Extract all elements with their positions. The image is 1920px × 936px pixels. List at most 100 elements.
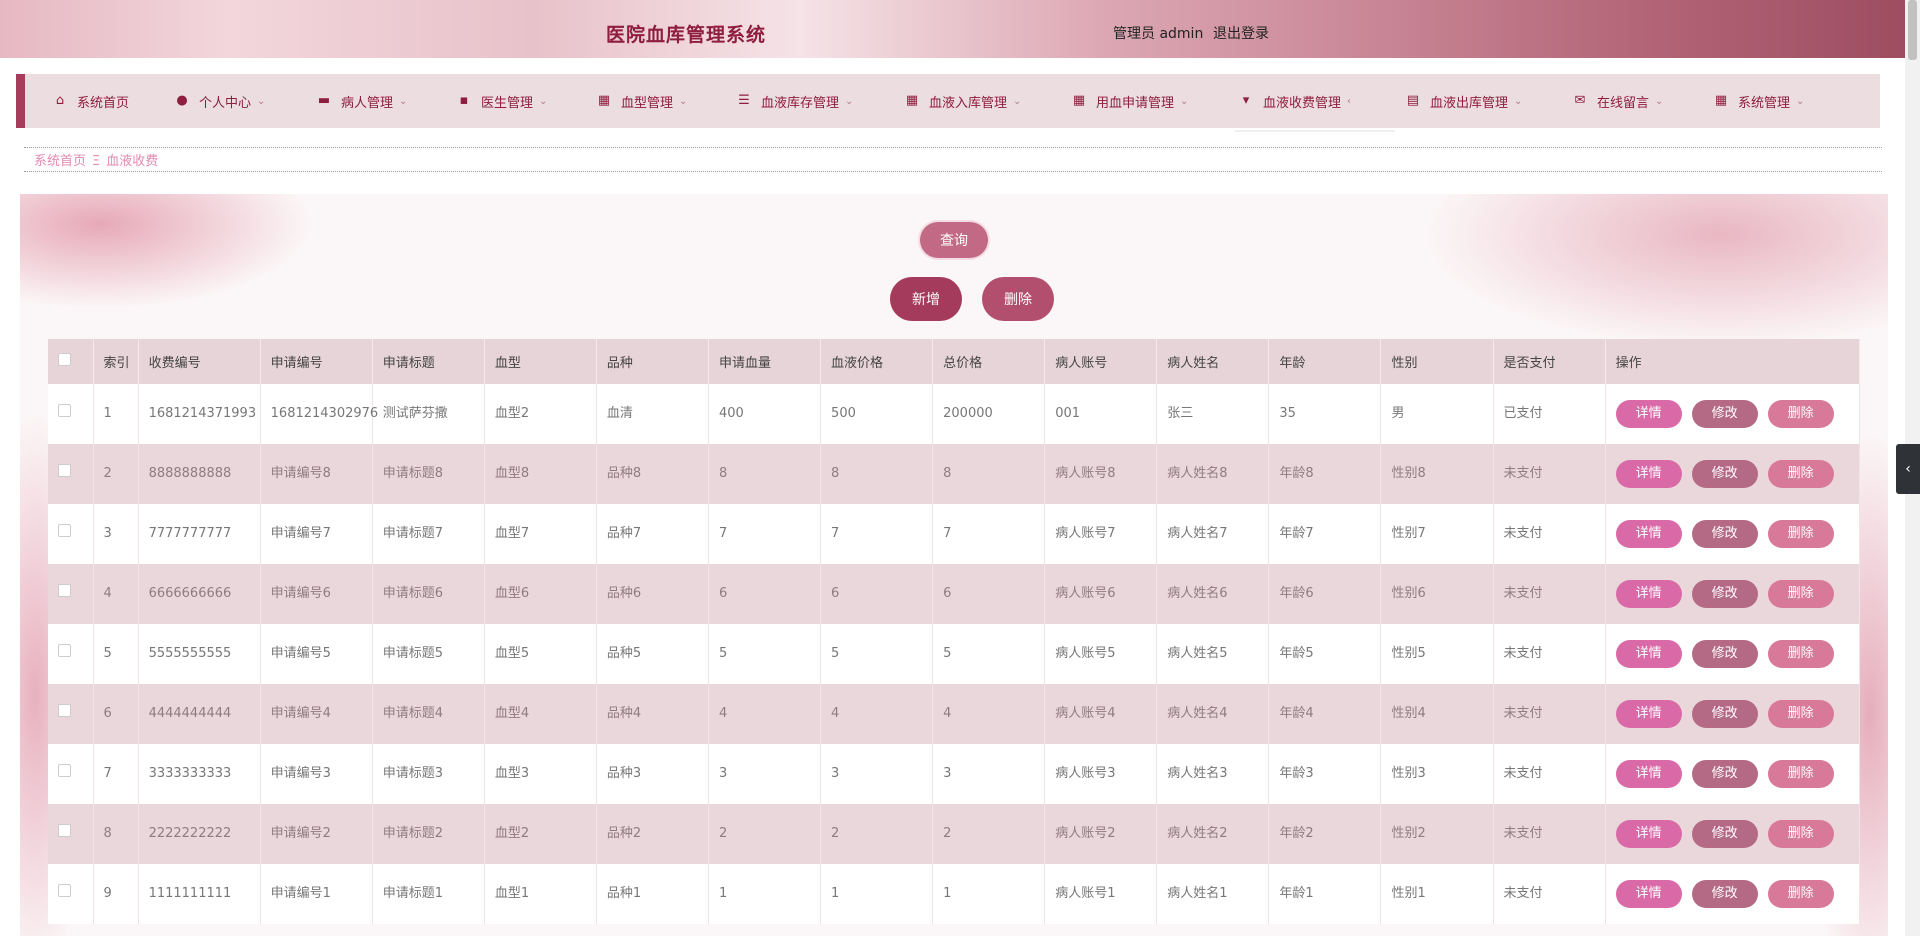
table-cell: 性别8 bbox=[1380, 444, 1494, 504]
edit-button[interactable]: 修改 bbox=[1691, 580, 1758, 608]
row-select-cell[interactable] bbox=[48, 624, 94, 684]
nav-item-system[interactable]: ▦ 系统管理 ⌄ bbox=[1714, 74, 1805, 128]
table-cell: 年龄3 bbox=[1268, 744, 1382, 804]
table-cell: 未支付 bbox=[1493, 504, 1606, 564]
table-cell: 性别5 bbox=[1380, 624, 1494, 684]
table-cell: 400 bbox=[708, 384, 822, 444]
detail-button[interactable]: 详情 bbox=[1615, 640, 1682, 668]
row-select-cell[interactable] bbox=[48, 684, 94, 744]
detail-button[interactable]: 详情 bbox=[1615, 460, 1682, 488]
table-cell: 病人账号2 bbox=[1044, 804, 1158, 864]
row-select-cell[interactable] bbox=[48, 804, 94, 864]
row-select-cell[interactable] bbox=[48, 444, 94, 504]
delete-button[interactable]: 删除 bbox=[1767, 400, 1834, 428]
row-checkbox[interactable] bbox=[58, 824, 71, 837]
table-cell: 未支付 bbox=[1493, 444, 1606, 504]
detail-button[interactable]: 详情 bbox=[1615, 580, 1682, 608]
nav-item-blood-types[interactable]: ▦ 血型管理 ⌄ bbox=[597, 74, 688, 128]
delete-button[interactable]: 删除 bbox=[1767, 760, 1834, 788]
detail-button[interactable]: 详情 bbox=[1615, 820, 1682, 848]
breadcrumb-home[interactable]: 系统首页 bbox=[34, 154, 86, 169]
row-actions-cell: 详情 修改 删除 bbox=[1605, 744, 1861, 804]
table-cell: 1 bbox=[708, 864, 822, 924]
nav-item-charges[interactable]: ▾ 血液收费管理 ‹ bbox=[1239, 74, 1351, 128]
column-header: 总价格 bbox=[932, 339, 1046, 384]
table-cell: 500 bbox=[820, 384, 934, 444]
detail-button[interactable]: 详情 bbox=[1615, 400, 1682, 428]
edit-button[interactable]: 修改 bbox=[1691, 700, 1758, 728]
nav-item-home[interactable]: ⌂ 系统首页 bbox=[53, 74, 129, 128]
nav-item-stock-in[interactable]: ▦ 血液入库管理 ⌄ bbox=[905, 74, 1022, 128]
edit-button[interactable]: 修改 bbox=[1691, 400, 1758, 428]
detail-button[interactable]: 详情 bbox=[1615, 880, 1682, 908]
table-cell: 4 bbox=[708, 684, 822, 744]
main-nav: ⌂ 系统首页 ● 个人中心 ⌄ ▬ 病人管理 ⌄ ▪ 医生管理 ⌄ ▦ 血型管理… bbox=[16, 74, 1880, 128]
table-cell: 未支付 bbox=[1493, 564, 1606, 624]
table-cell: 1111111111 bbox=[138, 864, 261, 924]
query-button[interactable]: 查询 bbox=[920, 222, 988, 258]
grid-icon: ▦ bbox=[905, 93, 919, 108]
table-cell: 7 bbox=[93, 744, 139, 804]
row-select-cell[interactable] bbox=[48, 504, 94, 564]
select-all-checkbox[interactable] bbox=[58, 353, 71, 366]
cup-icon: ▾ bbox=[1242, 93, 1250, 108]
table-cell: 7777777777 bbox=[138, 504, 261, 564]
detail-button[interactable]: 详情 bbox=[1615, 760, 1682, 788]
row-actions: 详情 修改 删除 bbox=[1615, 640, 1859, 668]
edit-button[interactable]: 修改 bbox=[1691, 880, 1758, 908]
delete-button[interactable]: 删除 bbox=[1767, 880, 1834, 908]
delete-button[interactable]: 删除 bbox=[1767, 700, 1834, 728]
delete-button[interactable]: 删除 bbox=[1767, 580, 1834, 608]
table-cell: 001 bbox=[1044, 384, 1158, 444]
edit-button[interactable]: 修改 bbox=[1691, 520, 1758, 548]
nav-item-blood-requests[interactable]: ▦ 用血申请管理 ⌄ bbox=[1072, 74, 1189, 128]
nav-item-patients[interactable]: ▬ 病人管理 ⌄ bbox=[317, 74, 408, 128]
edit-button[interactable]: 修改 bbox=[1691, 760, 1758, 788]
row-checkbox[interactable] bbox=[58, 764, 71, 777]
nav-item-profile[interactable]: ● 个人中心 ⌄ bbox=[175, 74, 265, 128]
row-select-cell[interactable] bbox=[48, 864, 94, 924]
table-cell: 未支付 bbox=[1493, 684, 1606, 744]
row-select-cell[interactable] bbox=[48, 744, 94, 804]
row-checkbox[interactable] bbox=[58, 464, 71, 477]
submenu-highlight bbox=[1235, 130, 1395, 132]
table-cell: 测试萨芬撒 bbox=[372, 384, 485, 444]
row-checkbox[interactable] bbox=[58, 404, 71, 417]
row-checkbox[interactable] bbox=[58, 884, 71, 897]
delete-button[interactable]: 删除 bbox=[1767, 640, 1834, 668]
nav-item-messages[interactable]: ✉ 在线留言 ⌄ bbox=[1573, 74, 1664, 128]
edit-button[interactable]: 修改 bbox=[1691, 640, 1758, 668]
nav-item-stock-out[interactable]: ▤ 血液出库管理 ⌄ bbox=[1406, 74, 1523, 128]
delete-button[interactable]: 删除 bbox=[1767, 820, 1834, 848]
edit-button[interactable]: 修改 bbox=[1691, 460, 1758, 488]
delete-button[interactable]: 删除 bbox=[1767, 520, 1834, 548]
column-header: 操作 bbox=[1605, 339, 1861, 384]
edit-button[interactable]: 修改 bbox=[1691, 820, 1758, 848]
detail-button[interactable]: 详情 bbox=[1615, 700, 1682, 728]
table-cell: 申请编号8 bbox=[260, 444, 373, 504]
chevron-down-icon: ⌄ bbox=[1013, 95, 1022, 107]
nav-item-label: 个人中心 bbox=[199, 95, 252, 111]
batch-delete-button[interactable]: 删除 bbox=[982, 277, 1054, 321]
delete-button[interactable]: 删除 bbox=[1767, 460, 1834, 488]
table-cell: 申请标题8 bbox=[372, 444, 485, 504]
row-select-cell[interactable] bbox=[48, 564, 94, 624]
select-all-cell[interactable] bbox=[48, 339, 94, 384]
table-cell: 性别3 bbox=[1380, 744, 1494, 804]
row-checkbox[interactable] bbox=[58, 704, 71, 717]
table-cell: 3333333333 bbox=[138, 744, 261, 804]
bed-icon: ▬ bbox=[317, 93, 331, 108]
nav-item-inventory[interactable]: ☰ 血液库存管理 ⌄ bbox=[737, 74, 853, 128]
row-select-cell[interactable] bbox=[48, 384, 94, 444]
table-row: 1 1681214371993 1681214302976 测试萨芬撒 血型2 血清 400… bbox=[48, 384, 1861, 444]
row-actions-cell: 详情 修改 删除 bbox=[1605, 804, 1861, 864]
logout-link[interactable]: 退出登录 bbox=[1213, 23, 1269, 43]
row-checkbox[interactable] bbox=[58, 584, 71, 597]
nav-item-doctors[interactable]: ▪ 医生管理 ⌄ bbox=[457, 74, 548, 128]
detail-button[interactable]: 详情 bbox=[1615, 520, 1682, 548]
row-checkbox[interactable] bbox=[58, 644, 71, 657]
scrollbar-thumb[interactable] bbox=[1908, 0, 1917, 60]
row-checkbox[interactable] bbox=[58, 524, 71, 537]
side-panel-toggle[interactable]: ‹ bbox=[1896, 444, 1920, 494]
add-button[interactable]: 新增 bbox=[890, 277, 962, 321]
